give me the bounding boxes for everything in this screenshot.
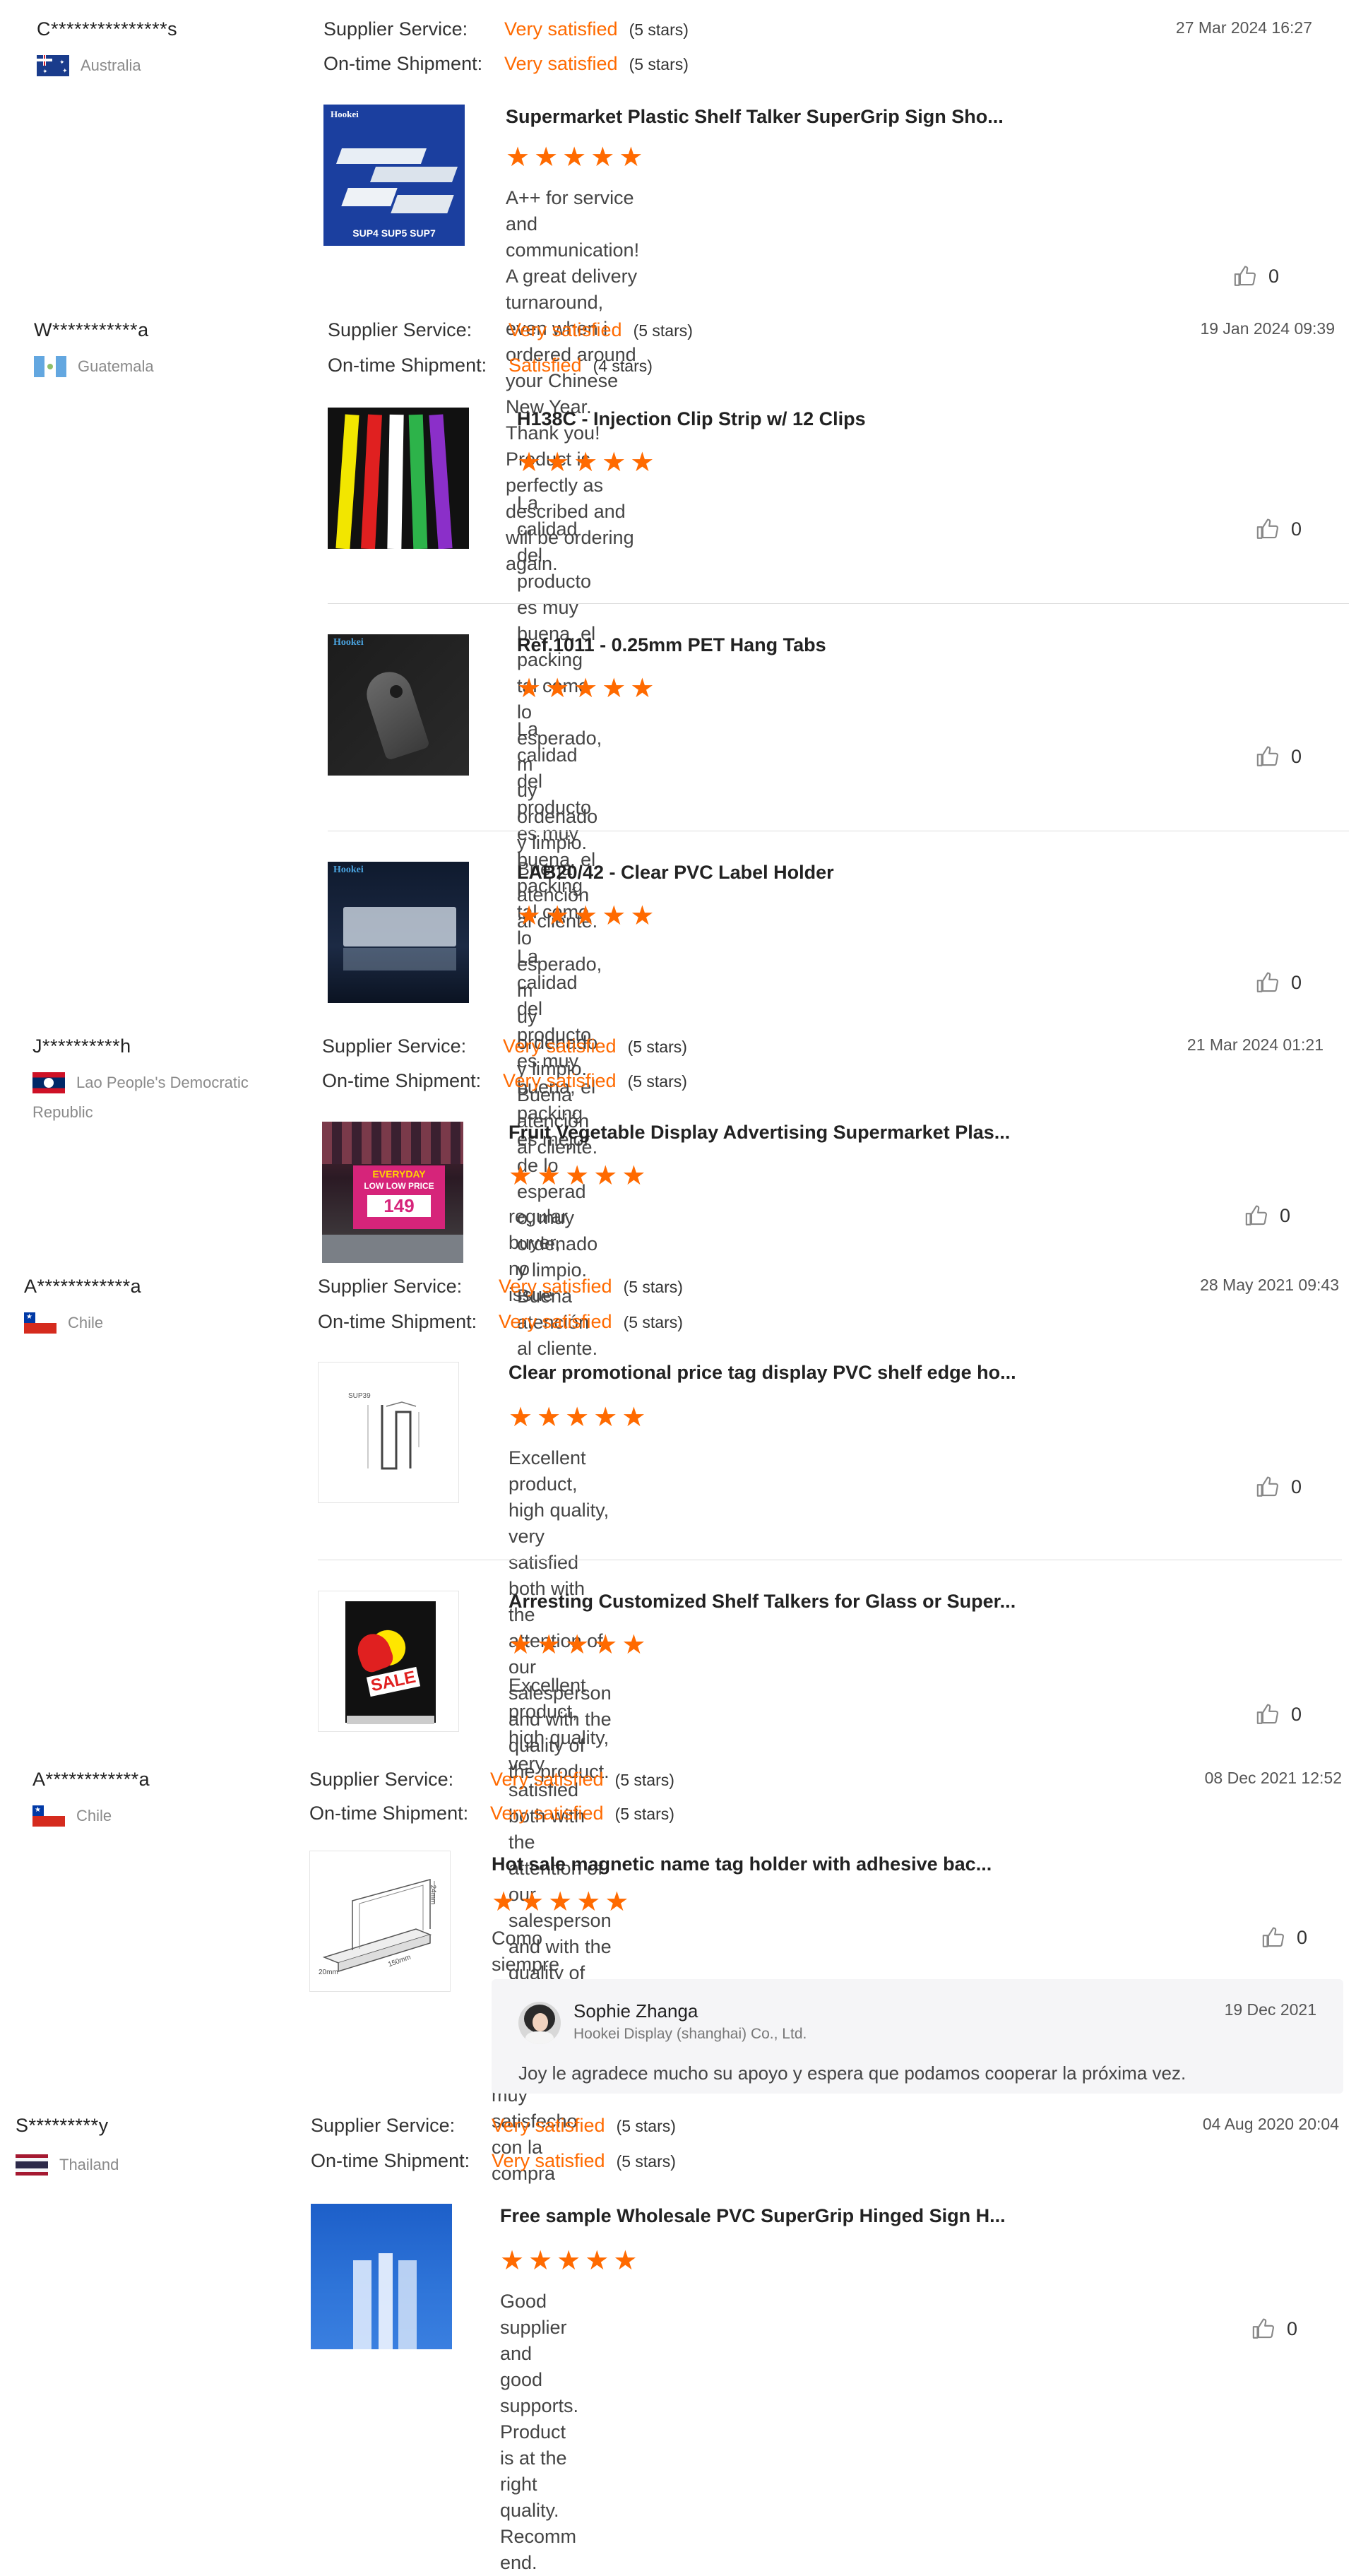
star-icon: ★ (585, 2246, 609, 2276)
like-count: 0 (1287, 2317, 1298, 2339)
star-icon: ★ (500, 2246, 525, 2276)
product-title[interactable]: Free sample Wholesale PVC SuperGrip Hing… (500, 2205, 1006, 2227)
thumbs-up-icon (1252, 2318, 1274, 2339)
comment-line: Good supplier and good supports. Product… (500, 2291, 579, 2547)
shipment-stars: (5 stars) (616, 2152, 676, 2171)
supplier-service-rating: Supplier Service: Very satisfied (5 star… (311, 2115, 676, 2137)
shipment-value: Very satisfied (492, 2150, 605, 2171)
country-label: Thailand (59, 2156, 119, 2173)
comment-line: end. (500, 2552, 537, 2573)
like-button[interactable]: 0 (1251, 2317, 1297, 2341)
shipment-rating: On-time Shipment: Very satisfied (5 star… (311, 2150, 676, 2172)
star-icon: ★ (613, 2246, 638, 2276)
supplier-service-stars: (5 stars) (616, 2117, 676, 2135)
reviewer-country: Thailand (16, 2150, 119, 2180)
product-thumbnail[interactable] (311, 2204, 452, 2349)
review-item: S*********y Thailand Supplier Service: V… (0, 0, 1356, 2573)
reviewer-name: S*********y (16, 2115, 109, 2136)
review-comment: Good supplier and good supports. Product… (500, 2289, 578, 2576)
product-rating-stars: ★ ★ ★ ★ ★ (500, 2248, 637, 2274)
star-icon: ★ (557, 2246, 581, 2276)
supplier-service-label: Supplier Service: (311, 2115, 456, 2136)
supplier-service-value: Very satisfied (492, 2115, 605, 2136)
star-icon: ★ (528, 2246, 553, 2276)
shipment-label: On-time Shipment: (311, 2150, 470, 2171)
review-date: 04 Aug 2020 20:04 (1202, 2115, 1339, 2133)
thailand-flag-icon (16, 2154, 48, 2176)
